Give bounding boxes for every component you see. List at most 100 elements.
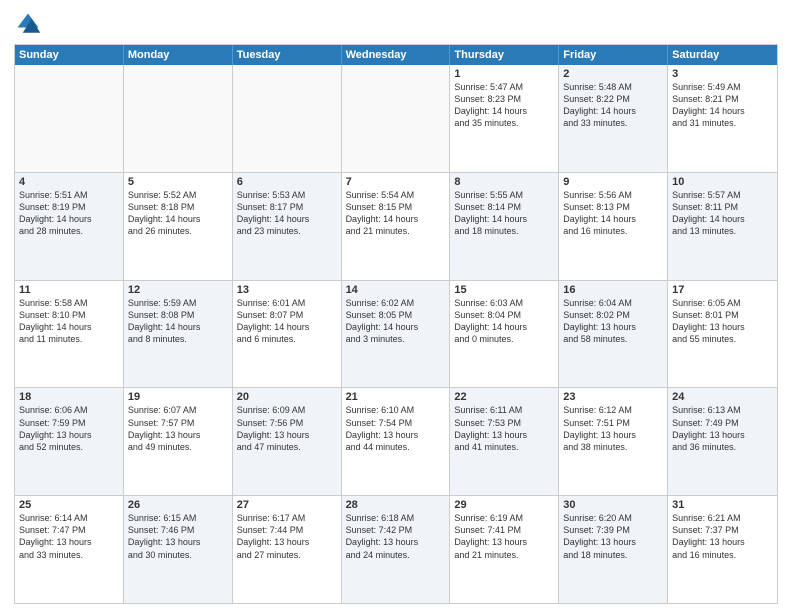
day-info: Sunrise: 6:07 AM Sunset: 7:57 PM Dayligh… <box>128 404 228 453</box>
day-number: 7 <box>346 176 446 188</box>
day-number: 20 <box>237 391 337 403</box>
day-cell-3: 3Sunrise: 5:49 AM Sunset: 8:21 PM Daylig… <box>668 65 777 172</box>
day-cell-15: 15Sunrise: 6:03 AM Sunset: 8:04 PM Dayli… <box>450 281 559 388</box>
day-info: Sunrise: 5:52 AM Sunset: 8:18 PM Dayligh… <box>128 189 228 238</box>
day-number: 15 <box>454 284 554 296</box>
logo-icon <box>14 10 42 38</box>
calendar-row-3: 18Sunrise: 6:06 AM Sunset: 7:59 PM Dayli… <box>15 387 777 495</box>
day-header-thursday: Thursday <box>450 45 559 65</box>
day-number: 19 <box>128 391 228 403</box>
calendar-header: SundayMondayTuesdayWednesdayThursdayFrid… <box>15 45 777 65</box>
day-header-saturday: Saturday <box>668 45 777 65</box>
day-number: 29 <box>454 499 554 511</box>
day-info: Sunrise: 5:53 AM Sunset: 8:17 PM Dayligh… <box>237 189 337 238</box>
day-number: 21 <box>346 391 446 403</box>
day-info: Sunrise: 5:54 AM Sunset: 8:15 PM Dayligh… <box>346 189 446 238</box>
day-number: 26 <box>128 499 228 511</box>
day-info: Sunrise: 5:57 AM Sunset: 8:11 PM Dayligh… <box>672 189 773 238</box>
day-header-tuesday: Tuesday <box>233 45 342 65</box>
day-cell-1: 1Sunrise: 5:47 AM Sunset: 8:23 PM Daylig… <box>450 65 559 172</box>
empty-cell <box>342 65 451 172</box>
day-info: Sunrise: 6:06 AM Sunset: 7:59 PM Dayligh… <box>19 404 119 453</box>
day-info: Sunrise: 5:58 AM Sunset: 8:10 PM Dayligh… <box>19 297 119 346</box>
day-cell-20: 20Sunrise: 6:09 AM Sunset: 7:56 PM Dayli… <box>233 388 342 495</box>
day-info: Sunrise: 6:10 AM Sunset: 7:54 PM Dayligh… <box>346 404 446 453</box>
day-number: 13 <box>237 284 337 296</box>
day-info: Sunrise: 6:12 AM Sunset: 7:51 PM Dayligh… <box>563 404 663 453</box>
day-cell-16: 16Sunrise: 6:04 AM Sunset: 8:02 PM Dayli… <box>559 281 668 388</box>
day-cell-29: 29Sunrise: 6:19 AM Sunset: 7:41 PM Dayli… <box>450 496 559 603</box>
day-number: 23 <box>563 391 663 403</box>
day-info: Sunrise: 6:15 AM Sunset: 7:46 PM Dayligh… <box>128 512 228 561</box>
day-cell-31: 31Sunrise: 6:21 AM Sunset: 7:37 PM Dayli… <box>668 496 777 603</box>
day-cell-7: 7Sunrise: 5:54 AM Sunset: 8:15 PM Daylig… <box>342 173 451 280</box>
empty-cell <box>15 65 124 172</box>
day-cell-25: 25Sunrise: 6:14 AM Sunset: 7:47 PM Dayli… <box>15 496 124 603</box>
day-info: Sunrise: 5:59 AM Sunset: 8:08 PM Dayligh… <box>128 297 228 346</box>
calendar-row-2: 11Sunrise: 5:58 AM Sunset: 8:10 PM Dayli… <box>15 280 777 388</box>
day-number: 14 <box>346 284 446 296</box>
calendar-row-0: 1Sunrise: 5:47 AM Sunset: 8:23 PM Daylig… <box>15 65 777 172</box>
day-cell-30: 30Sunrise: 6:20 AM Sunset: 7:39 PM Dayli… <box>559 496 668 603</box>
top-header <box>14 10 778 38</box>
day-info: Sunrise: 5:47 AM Sunset: 8:23 PM Dayligh… <box>454 81 554 130</box>
day-number: 5 <box>128 176 228 188</box>
day-cell-28: 28Sunrise: 6:18 AM Sunset: 7:42 PM Dayli… <box>342 496 451 603</box>
day-number: 28 <box>346 499 446 511</box>
day-number: 2 <box>563 68 663 80</box>
day-info: Sunrise: 5:51 AM Sunset: 8:19 PM Dayligh… <box>19 189 119 238</box>
day-cell-21: 21Sunrise: 6:10 AM Sunset: 7:54 PM Dayli… <box>342 388 451 495</box>
day-info: Sunrise: 6:20 AM Sunset: 7:39 PM Dayligh… <box>563 512 663 561</box>
empty-cell <box>124 65 233 172</box>
day-number: 9 <box>563 176 663 188</box>
day-number: 4 <box>19 176 119 188</box>
day-number: 25 <box>19 499 119 511</box>
day-cell-19: 19Sunrise: 6:07 AM Sunset: 7:57 PM Dayli… <box>124 388 233 495</box>
page: SundayMondayTuesdayWednesdayThursdayFrid… <box>0 0 792 612</box>
day-cell-6: 6Sunrise: 5:53 AM Sunset: 8:17 PM Daylig… <box>233 173 342 280</box>
day-cell-17: 17Sunrise: 6:05 AM Sunset: 8:01 PM Dayli… <box>668 281 777 388</box>
day-number: 18 <box>19 391 119 403</box>
calendar-row-1: 4Sunrise: 5:51 AM Sunset: 8:19 PM Daylig… <box>15 172 777 280</box>
calendar-body: 1Sunrise: 5:47 AM Sunset: 8:23 PM Daylig… <box>15 65 777 603</box>
day-cell-8: 8Sunrise: 5:55 AM Sunset: 8:14 PM Daylig… <box>450 173 559 280</box>
day-cell-9: 9Sunrise: 5:56 AM Sunset: 8:13 PM Daylig… <box>559 173 668 280</box>
day-number: 27 <box>237 499 337 511</box>
day-cell-27: 27Sunrise: 6:17 AM Sunset: 7:44 PM Dayli… <box>233 496 342 603</box>
day-header-sunday: Sunday <box>15 45 124 65</box>
day-info: Sunrise: 6:18 AM Sunset: 7:42 PM Dayligh… <box>346 512 446 561</box>
day-info: Sunrise: 5:56 AM Sunset: 8:13 PM Dayligh… <box>563 189 663 238</box>
day-info: Sunrise: 6:14 AM Sunset: 7:47 PM Dayligh… <box>19 512 119 561</box>
day-info: Sunrise: 6:05 AM Sunset: 8:01 PM Dayligh… <box>672 297 773 346</box>
day-info: Sunrise: 6:04 AM Sunset: 8:02 PM Dayligh… <box>563 297 663 346</box>
day-number: 30 <box>563 499 663 511</box>
day-info: Sunrise: 5:49 AM Sunset: 8:21 PM Dayligh… <box>672 81 773 130</box>
day-number: 12 <box>128 284 228 296</box>
day-header-friday: Friday <box>559 45 668 65</box>
day-cell-13: 13Sunrise: 6:01 AM Sunset: 8:07 PM Dayli… <box>233 281 342 388</box>
day-number: 10 <box>672 176 773 188</box>
day-cell-22: 22Sunrise: 6:11 AM Sunset: 7:53 PM Dayli… <box>450 388 559 495</box>
day-cell-10: 10Sunrise: 5:57 AM Sunset: 8:11 PM Dayli… <box>668 173 777 280</box>
day-info: Sunrise: 6:19 AM Sunset: 7:41 PM Dayligh… <box>454 512 554 561</box>
day-info: Sunrise: 6:02 AM Sunset: 8:05 PM Dayligh… <box>346 297 446 346</box>
day-cell-12: 12Sunrise: 5:59 AM Sunset: 8:08 PM Dayli… <box>124 281 233 388</box>
day-number: 16 <box>563 284 663 296</box>
logo <box>14 10 46 38</box>
day-number: 1 <box>454 68 554 80</box>
day-number: 6 <box>237 176 337 188</box>
calendar-row-4: 25Sunrise: 6:14 AM Sunset: 7:47 PM Dayli… <box>15 495 777 603</box>
day-cell-14: 14Sunrise: 6:02 AM Sunset: 8:05 PM Dayli… <box>342 281 451 388</box>
day-number: 8 <box>454 176 554 188</box>
day-number: 11 <box>19 284 119 296</box>
day-cell-26: 26Sunrise: 6:15 AM Sunset: 7:46 PM Dayli… <box>124 496 233 603</box>
day-info: Sunrise: 6:01 AM Sunset: 8:07 PM Dayligh… <box>237 297 337 346</box>
day-cell-4: 4Sunrise: 5:51 AM Sunset: 8:19 PM Daylig… <box>15 173 124 280</box>
day-info: Sunrise: 6:11 AM Sunset: 7:53 PM Dayligh… <box>454 404 554 453</box>
day-number: 31 <box>672 499 773 511</box>
day-number: 3 <box>672 68 773 80</box>
day-number: 22 <box>454 391 554 403</box>
day-number: 24 <box>672 391 773 403</box>
day-info: Sunrise: 6:03 AM Sunset: 8:04 PM Dayligh… <box>454 297 554 346</box>
day-cell-18: 18Sunrise: 6:06 AM Sunset: 7:59 PM Dayli… <box>15 388 124 495</box>
